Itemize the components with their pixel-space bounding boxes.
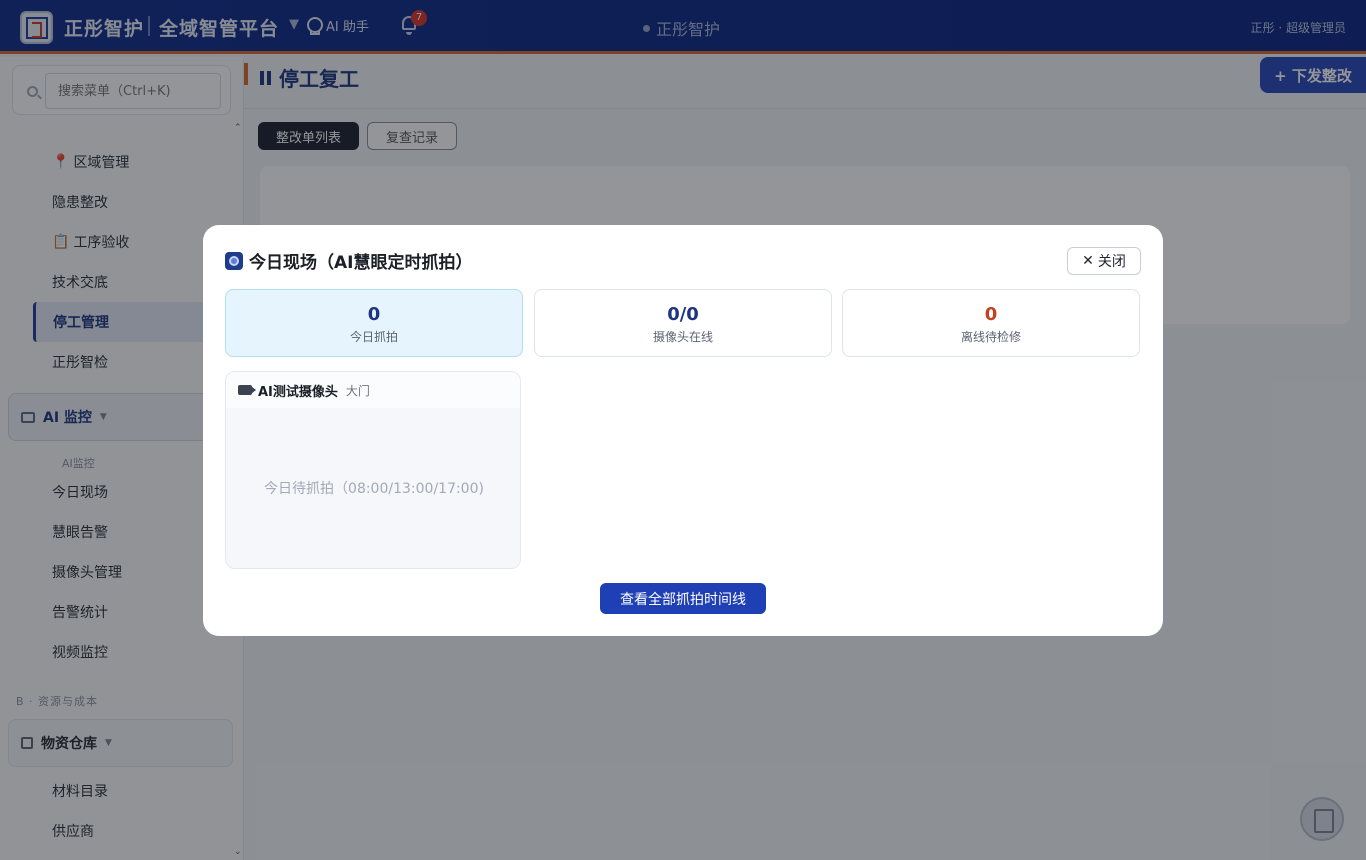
camera-capture-status: 今日待抓拍（08:00/13:00/17:00) (264, 481, 484, 497)
close-button[interactable]: ✕ 关闭 (1067, 247, 1141, 275)
camera-icon (225, 251, 243, 270)
stat-label: 今日抓拍 (349, 330, 398, 344)
camera-location: 大门 (345, 383, 370, 398)
stat-label: 离线待检修 (960, 330, 1021, 344)
view-timeline-button[interactable]: 查看全部抓拍时间线 (600, 583, 766, 614)
stat-value: 0 (984, 304, 998, 325)
stat-today-captures: 0 今日抓拍 (225, 289, 523, 357)
stat-offline-repair: 0 离线待检修 (842, 289, 1140, 357)
close-icon: ✕ (1082, 253, 1094, 269)
video-camera-icon (238, 385, 256, 395)
close-label: 关闭 (1097, 254, 1126, 270)
modal-title-text: 今日现场（AI慧眼定时抓拍） (249, 253, 473, 273)
today-site-modal: 今日现场（AI慧眼定时抓拍） ✕ 关闭 0 今日抓拍 0/0 摄像头在线 0 离… (203, 225, 1163, 636)
camera-card[interactable]: AI测试摄像头 大门 今日待抓拍（08:00/13:00/17:00) (225, 371, 521, 569)
stat-cameras-online: 0/0 摄像头在线 (534, 289, 832, 357)
modal-title: 今日现场（AI慧眼定时抓拍） (225, 248, 472, 273)
stat-value: 0 (367, 304, 381, 325)
stat-value: 0/0 (667, 304, 699, 325)
camera-card-header: AI测试摄像头 大门 (226, 372, 520, 408)
camera-name: AI测试摄像头 (258, 384, 338, 400)
stat-label: 摄像头在线 (652, 330, 713, 344)
